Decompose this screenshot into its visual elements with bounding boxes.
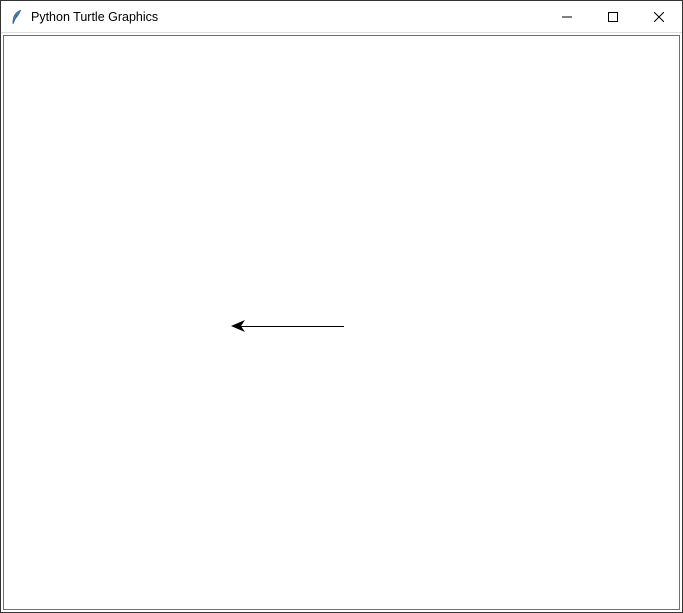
turtle-canvas [3, 35, 680, 610]
feather-icon [9, 9, 25, 25]
maximize-button[interactable] [590, 1, 636, 32]
close-button[interactable] [636, 1, 682, 32]
maximize-icon [608, 12, 618, 22]
minimize-icon [562, 12, 572, 22]
close-icon [654, 12, 664, 22]
window-title: Python Turtle Graphics [31, 10, 544, 24]
titlebar: Python Turtle Graphics [1, 1, 682, 33]
drawn-line [236, 326, 344, 327]
window-controls [544, 1, 682, 32]
canvas-container [1, 33, 682, 612]
minimize-button[interactable] [544, 1, 590, 32]
